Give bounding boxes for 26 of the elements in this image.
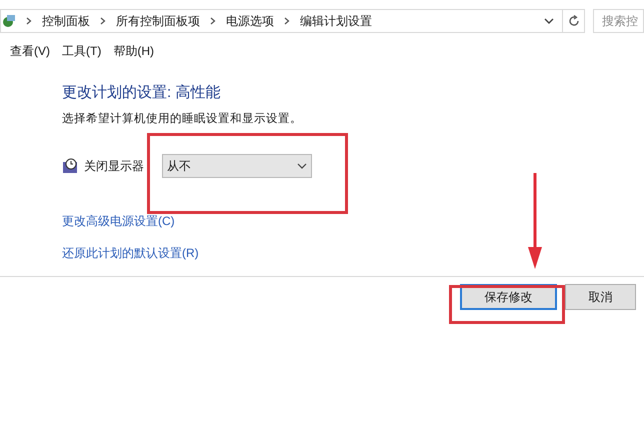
refresh-icon: [568, 15, 580, 27]
description-text: 选择希望计算机使用的睡眠设置和显示设置。: [62, 112, 302, 126]
breadcrumb-item[interactable]: 所有控制面板项: [116, 12, 200, 30]
display-off-dropdown[interactable]: 从不: [162, 154, 312, 178]
control-panel-icon: [2, 14, 16, 28]
chevron-icon: [100, 17, 106, 25]
breadcrumb-item[interactable]: 电源选项: [226, 12, 274, 30]
menu-item[interactable]: 帮助(H): [113, 42, 154, 60]
breadcrumb-item[interactable]: 编辑计划设置: [300, 12, 372, 30]
page-heading: 更改计划的设置: 高性能: [62, 83, 220, 103]
menu-item[interactable]: 查看(V): [10, 42, 50, 60]
arrow-icon: [527, 173, 543, 269]
caret-icon: [297, 162, 307, 170]
chevron-icon: [284, 17, 290, 25]
settings-link[interactable]: 更改高级电源设置(C): [62, 212, 175, 230]
settings-link[interactable]: 还原此计划的默认设置(R): [62, 244, 199, 262]
dialog-button[interactable]: 取消: [565, 284, 636, 310]
menu-item[interactable]: 工具(T): [62, 42, 102, 60]
chevron-icon: [26, 17, 32, 25]
search-placeholder: 搜索控: [602, 13, 638, 30]
setting-label: 关闭显示器: [84, 158, 145, 175]
dropdown-icon[interactable]: [544, 17, 554, 25]
breadcrumb-item[interactable]: 控制面板: [42, 12, 90, 30]
display-clock-icon: [62, 158, 78, 174]
address-bar[interactable]: 控制面板 所有控制面板项 电源选项 编辑计划设置: [0, 9, 585, 33]
chevron-icon: [210, 17, 216, 25]
